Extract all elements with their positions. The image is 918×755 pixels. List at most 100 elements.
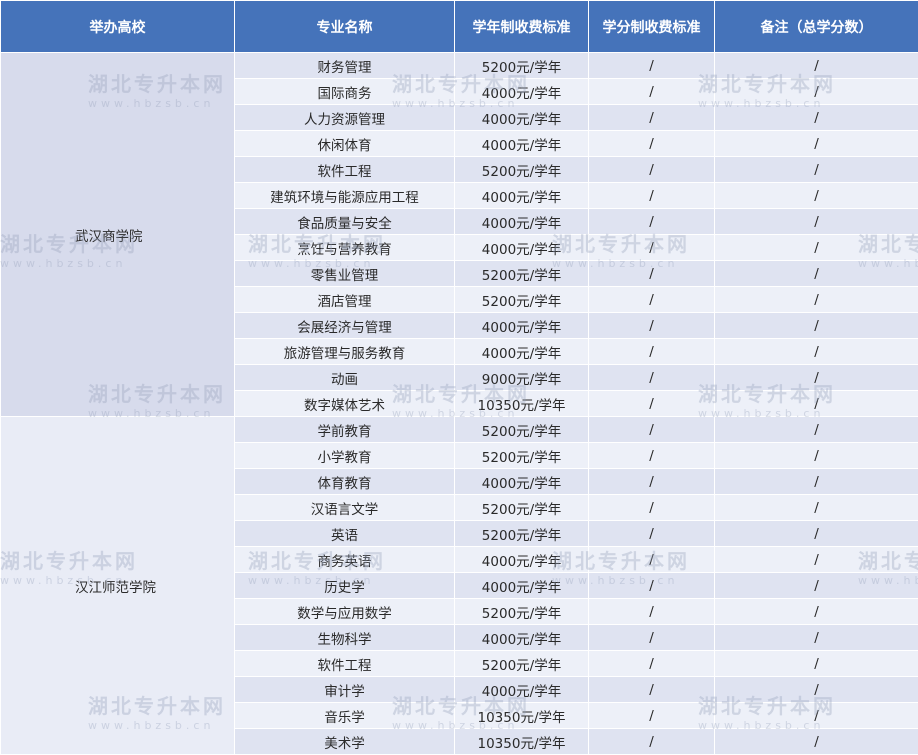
note-cell: / bbox=[714, 624, 918, 651]
credit-fee-cell: / bbox=[588, 650, 715, 677]
major-cell: 酒店管理 bbox=[234, 286, 455, 313]
major-cell: 历史学 bbox=[234, 572, 455, 599]
major-cell: 汉语言文学 bbox=[234, 494, 455, 521]
annual-fee-cell: 5200元/学年 bbox=[454, 156, 589, 183]
credit-fee-cell: / bbox=[588, 468, 715, 495]
credit-fee-cell: / bbox=[588, 676, 715, 703]
annual-fee-cell: 10350元/学年 bbox=[454, 390, 589, 417]
note-cell: / bbox=[714, 468, 918, 495]
header-row: 举办高校 专业名称 学年制收费标准 学分制收费标准 备注（总学分数） bbox=[0, 0, 918, 53]
annual-fee-cell: 5200元/学年 bbox=[454, 650, 589, 677]
header-credit-fee: 学分制收费标准 bbox=[588, 0, 715, 53]
credit-fee-cell: / bbox=[588, 312, 715, 339]
note-cell: / bbox=[714, 130, 918, 157]
major-cell: 体育教育 bbox=[234, 468, 455, 495]
major-cell: 小学教育 bbox=[234, 442, 455, 469]
table-row: 汉江师范学院 学前教育 5200元/学年 / / bbox=[0, 416, 918, 755]
annual-fee-cell: 4000元/学年 bbox=[454, 130, 589, 157]
major-cell: 数字媒体艺术 bbox=[234, 390, 455, 417]
note-cell: / bbox=[714, 364, 918, 391]
major-cell: 商务英语 bbox=[234, 546, 455, 573]
annual-fee-cell: 5200元/学年 bbox=[454, 416, 589, 443]
note-cell: / bbox=[714, 208, 918, 235]
annual-fee-cell: 5200元/学年 bbox=[454, 260, 589, 287]
annual-fee-cell: 4000元/学年 bbox=[454, 234, 589, 261]
credit-fee-cell: / bbox=[588, 416, 715, 443]
major-cell: 英语 bbox=[234, 520, 455, 547]
note-cell: / bbox=[714, 494, 918, 521]
credit-fee-cell: / bbox=[588, 182, 715, 209]
credit-fee-cell: / bbox=[588, 52, 715, 79]
major-cell: 音乐学 bbox=[234, 702, 455, 729]
credit-fee-cell: / bbox=[588, 260, 715, 287]
major-cell: 旅游管理与服务教育 bbox=[234, 338, 455, 365]
annual-fee-cell: 4000元/学年 bbox=[454, 468, 589, 495]
note-cell: / bbox=[714, 156, 918, 183]
major-cell: 烹饪与营养教育 bbox=[234, 234, 455, 261]
annual-fee-cell: 5200元/学年 bbox=[454, 286, 589, 313]
note-cell: / bbox=[714, 728, 918, 755]
credit-fee-cell: / bbox=[588, 494, 715, 521]
annual-fee-cell: 4000元/学年 bbox=[454, 546, 589, 573]
credit-fee-cell: / bbox=[588, 286, 715, 313]
major-cell: 人力资源管理 bbox=[234, 104, 455, 131]
note-cell: / bbox=[714, 390, 918, 417]
major-cell: 休闲体育 bbox=[234, 130, 455, 157]
major-cell: 零售业管理 bbox=[234, 260, 455, 287]
note-cell: / bbox=[714, 702, 918, 729]
annual-fee-cell: 10350元/学年 bbox=[454, 728, 589, 755]
note-cell: / bbox=[714, 520, 918, 547]
annual-fee-cell: 4000元/学年 bbox=[454, 338, 589, 365]
annual-fee-cell: 5200元/学年 bbox=[454, 494, 589, 521]
note-cell: / bbox=[714, 104, 918, 131]
note-cell: / bbox=[714, 572, 918, 599]
major-cell: 美术学 bbox=[234, 728, 455, 755]
annual-fee-cell: 4000元/学年 bbox=[454, 208, 589, 235]
major-cell: 食品质量与安全 bbox=[234, 208, 455, 235]
header-note: 备注（总学分数） bbox=[714, 0, 918, 53]
school-name-cell: 汉江师范学院 bbox=[0, 416, 235, 755]
annual-fee-cell: 9000元/学年 bbox=[454, 364, 589, 391]
annual-fee-cell: 4000元/学年 bbox=[454, 78, 589, 105]
major-cell: 动画 bbox=[234, 364, 455, 391]
credit-fee-cell: / bbox=[588, 338, 715, 365]
credit-fee-cell: / bbox=[588, 728, 715, 755]
annual-fee-cell: 5200元/学年 bbox=[454, 598, 589, 625]
note-cell: / bbox=[714, 416, 918, 443]
school-name-cell: 武汉商学院 bbox=[0, 52, 235, 417]
note-cell: / bbox=[714, 650, 918, 677]
header-school: 举办高校 bbox=[0, 0, 235, 53]
credit-fee-cell: / bbox=[588, 156, 715, 183]
credit-fee-cell: / bbox=[588, 442, 715, 469]
note-cell: / bbox=[714, 78, 918, 105]
major-cell: 国际商务 bbox=[234, 78, 455, 105]
header-annual-fee: 学年制收费标准 bbox=[454, 0, 589, 53]
note-cell: / bbox=[714, 286, 918, 313]
table-row: 武汉商学院 财务管理 5200元/学年 / / bbox=[0, 52, 918, 417]
major-cell: 建筑环境与能源应用工程 bbox=[234, 182, 455, 209]
annual-fee-cell: 5200元/学年 bbox=[454, 442, 589, 469]
credit-fee-cell: / bbox=[588, 702, 715, 729]
annual-fee-cell: 4000元/学年 bbox=[454, 104, 589, 131]
note-cell: / bbox=[714, 546, 918, 573]
major-cell: 生物科学 bbox=[234, 624, 455, 651]
major-cell: 软件工程 bbox=[234, 650, 455, 677]
credit-fee-cell: / bbox=[588, 546, 715, 573]
major-cell: 学前教育 bbox=[234, 416, 455, 443]
credit-fee-cell: / bbox=[588, 520, 715, 547]
credit-fee-cell: / bbox=[588, 130, 715, 157]
credit-fee-cell: / bbox=[588, 78, 715, 105]
major-cell: 审计学 bbox=[234, 676, 455, 703]
major-cell: 数学与应用数学 bbox=[234, 598, 455, 625]
credit-fee-cell: / bbox=[588, 208, 715, 235]
credit-fee-cell: / bbox=[588, 364, 715, 391]
major-cell: 软件工程 bbox=[234, 156, 455, 183]
note-cell: / bbox=[714, 312, 918, 339]
annual-fee-cell: 4000元/学年 bbox=[454, 312, 589, 339]
note-cell: / bbox=[714, 52, 918, 79]
credit-fee-cell: / bbox=[588, 598, 715, 625]
annual-fee-cell: 4000元/学年 bbox=[454, 182, 589, 209]
note-cell: / bbox=[714, 260, 918, 287]
credit-fee-cell: / bbox=[588, 624, 715, 651]
note-cell: / bbox=[714, 442, 918, 469]
